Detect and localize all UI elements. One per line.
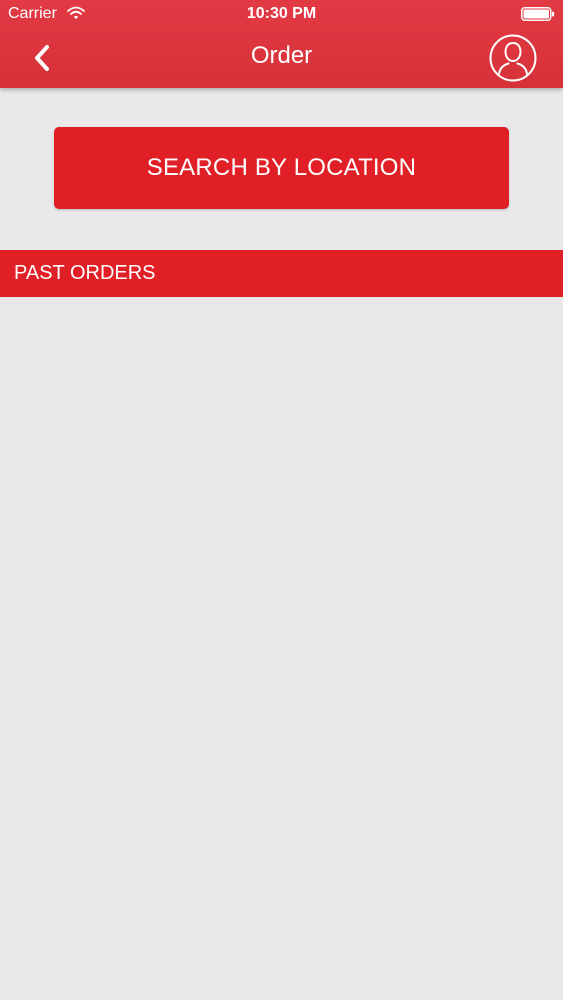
search-by-location-button[interactable]: SEARCH BY LOCATION xyxy=(54,127,509,209)
status-bar: Carrier 10:30 PM xyxy=(0,0,563,30)
status-time: 10:30 PM xyxy=(246,5,317,22)
battery-icon xyxy=(521,7,555,21)
past-orders-header: PAST ORDERS xyxy=(0,250,563,297)
navigation-bar: Order xyxy=(0,30,563,88)
past-orders-list xyxy=(0,297,563,1000)
user-circle-icon xyxy=(489,34,537,82)
order-screen: Carrier 10:30 PM Order SEARCH BY LOCATIO… xyxy=(0,0,563,1000)
page-title: Order xyxy=(250,42,313,69)
top-bar: Carrier 10:30 PM Order xyxy=(0,0,563,88)
profile-button[interactable] xyxy=(489,34,537,82)
